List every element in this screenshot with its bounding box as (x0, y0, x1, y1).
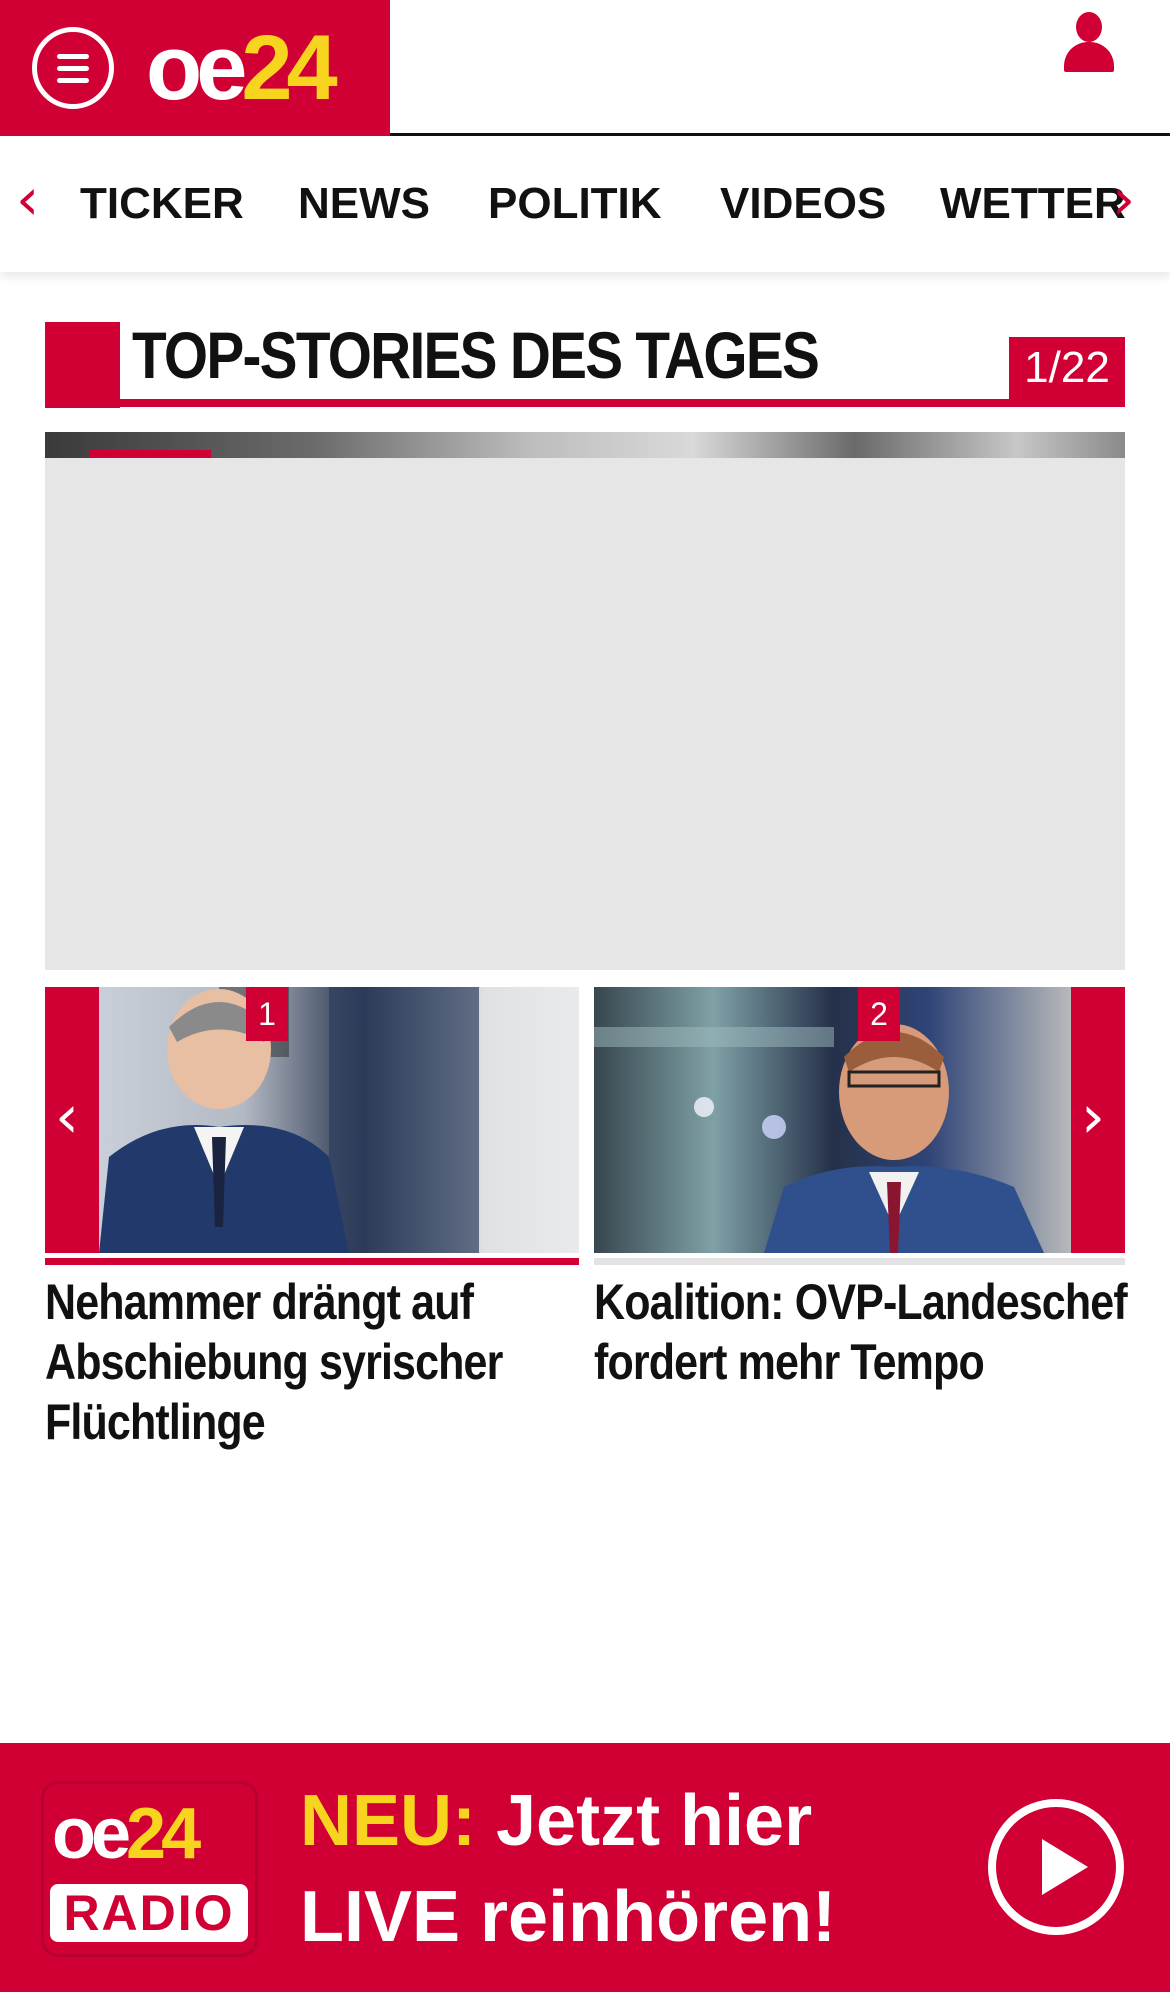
nav-next-chevron-right-icon[interactable]: › (1112, 169, 1135, 229)
chevron-left-icon: ‹ (55, 1082, 79, 1152)
radio-promo-line2: LIVE reinhören! (300, 1877, 837, 1957)
logo-block: oe24 (0, 0, 390, 136)
chevron-right-icon: › (1081, 1082, 1105, 1152)
nav-item-ticker[interactable]: TICKER (80, 179, 244, 229)
carousel-next-button[interactable]: › (1071, 987, 1125, 1253)
radio-logo-24: 24 (126, 1794, 201, 1874)
active-story-indicator (45, 1258, 579, 1265)
logo-24: 24 (241, 17, 337, 119)
slide-counter: 1/22 (1009, 337, 1125, 399)
hero-image-placeholder[interactable] (45, 458, 1125, 970)
radio-promo-text: NEU: Jetzt hier LIVE reinhören! (300, 1773, 836, 1965)
carousel-prev-button[interactable]: ‹ (45, 987, 99, 1253)
nav-item-news[interactable]: NEWS (298, 179, 430, 229)
radio-logo-oe: oe (52, 1794, 131, 1874)
story-rank-badge: 1 (246, 987, 288, 1041)
radio-promo-line1: Jetzt hier (476, 1781, 813, 1861)
story-thumbnail-1[interactable]: 1 (99, 987, 579, 1253)
hamburger-menu-icon[interactable] (32, 27, 114, 109)
story-headline-1[interactable]: Nehammer drängt auf Abschiebung syrische… (45, 1272, 578, 1452)
radio-promo-highlight: NEU: (300, 1781, 476, 1861)
section-underline (45, 399, 1125, 407)
section-title: TOP-STORIES DES TAGES (132, 318, 820, 392)
radio-logo-label: RADIO (50, 1884, 248, 1942)
logo-oe: oe (146, 17, 247, 119)
category-nav: ‹ TICKER NEWS POLITIK VIDEOS WETTER › (0, 139, 1170, 272)
nav-item-politik[interactable]: POLITIK (488, 179, 662, 229)
radio-banner[interactable]: oe24 RADIO NEU: Jetzt hier LIVE reinhöre… (0, 1743, 1170, 1992)
hero-image-top (45, 432, 1125, 458)
play-icon[interactable] (988, 1799, 1124, 1935)
site-logo[interactable]: oe24 (146, 14, 338, 122)
nav-item-wetter[interactable]: WETTER (940, 179, 1126, 229)
site-header: oe24 (0, 0, 1170, 136)
photo-landeschef (594, 1024, 1044, 1253)
section-accent (45, 322, 120, 408)
radio-logo: oe24 RADIO (44, 1784, 255, 1954)
story-thumbnail-2[interactable]: 2 (594, 987, 1071, 1253)
inactive-story-indicator (594, 1258, 1125, 1265)
user-icon[interactable] (1062, 12, 1116, 72)
nav-prev-chevron-left-icon[interactable]: ‹ (16, 169, 39, 229)
nav-item-videos[interactable]: VIDEOS (720, 179, 886, 229)
story-rank-badge: 2 (858, 987, 900, 1041)
story-headline-2[interactable]: Koalition: OVP-Landeschef fordert mehr T… (594, 1272, 1128, 1392)
photo-nehammer (99, 987, 479, 1253)
